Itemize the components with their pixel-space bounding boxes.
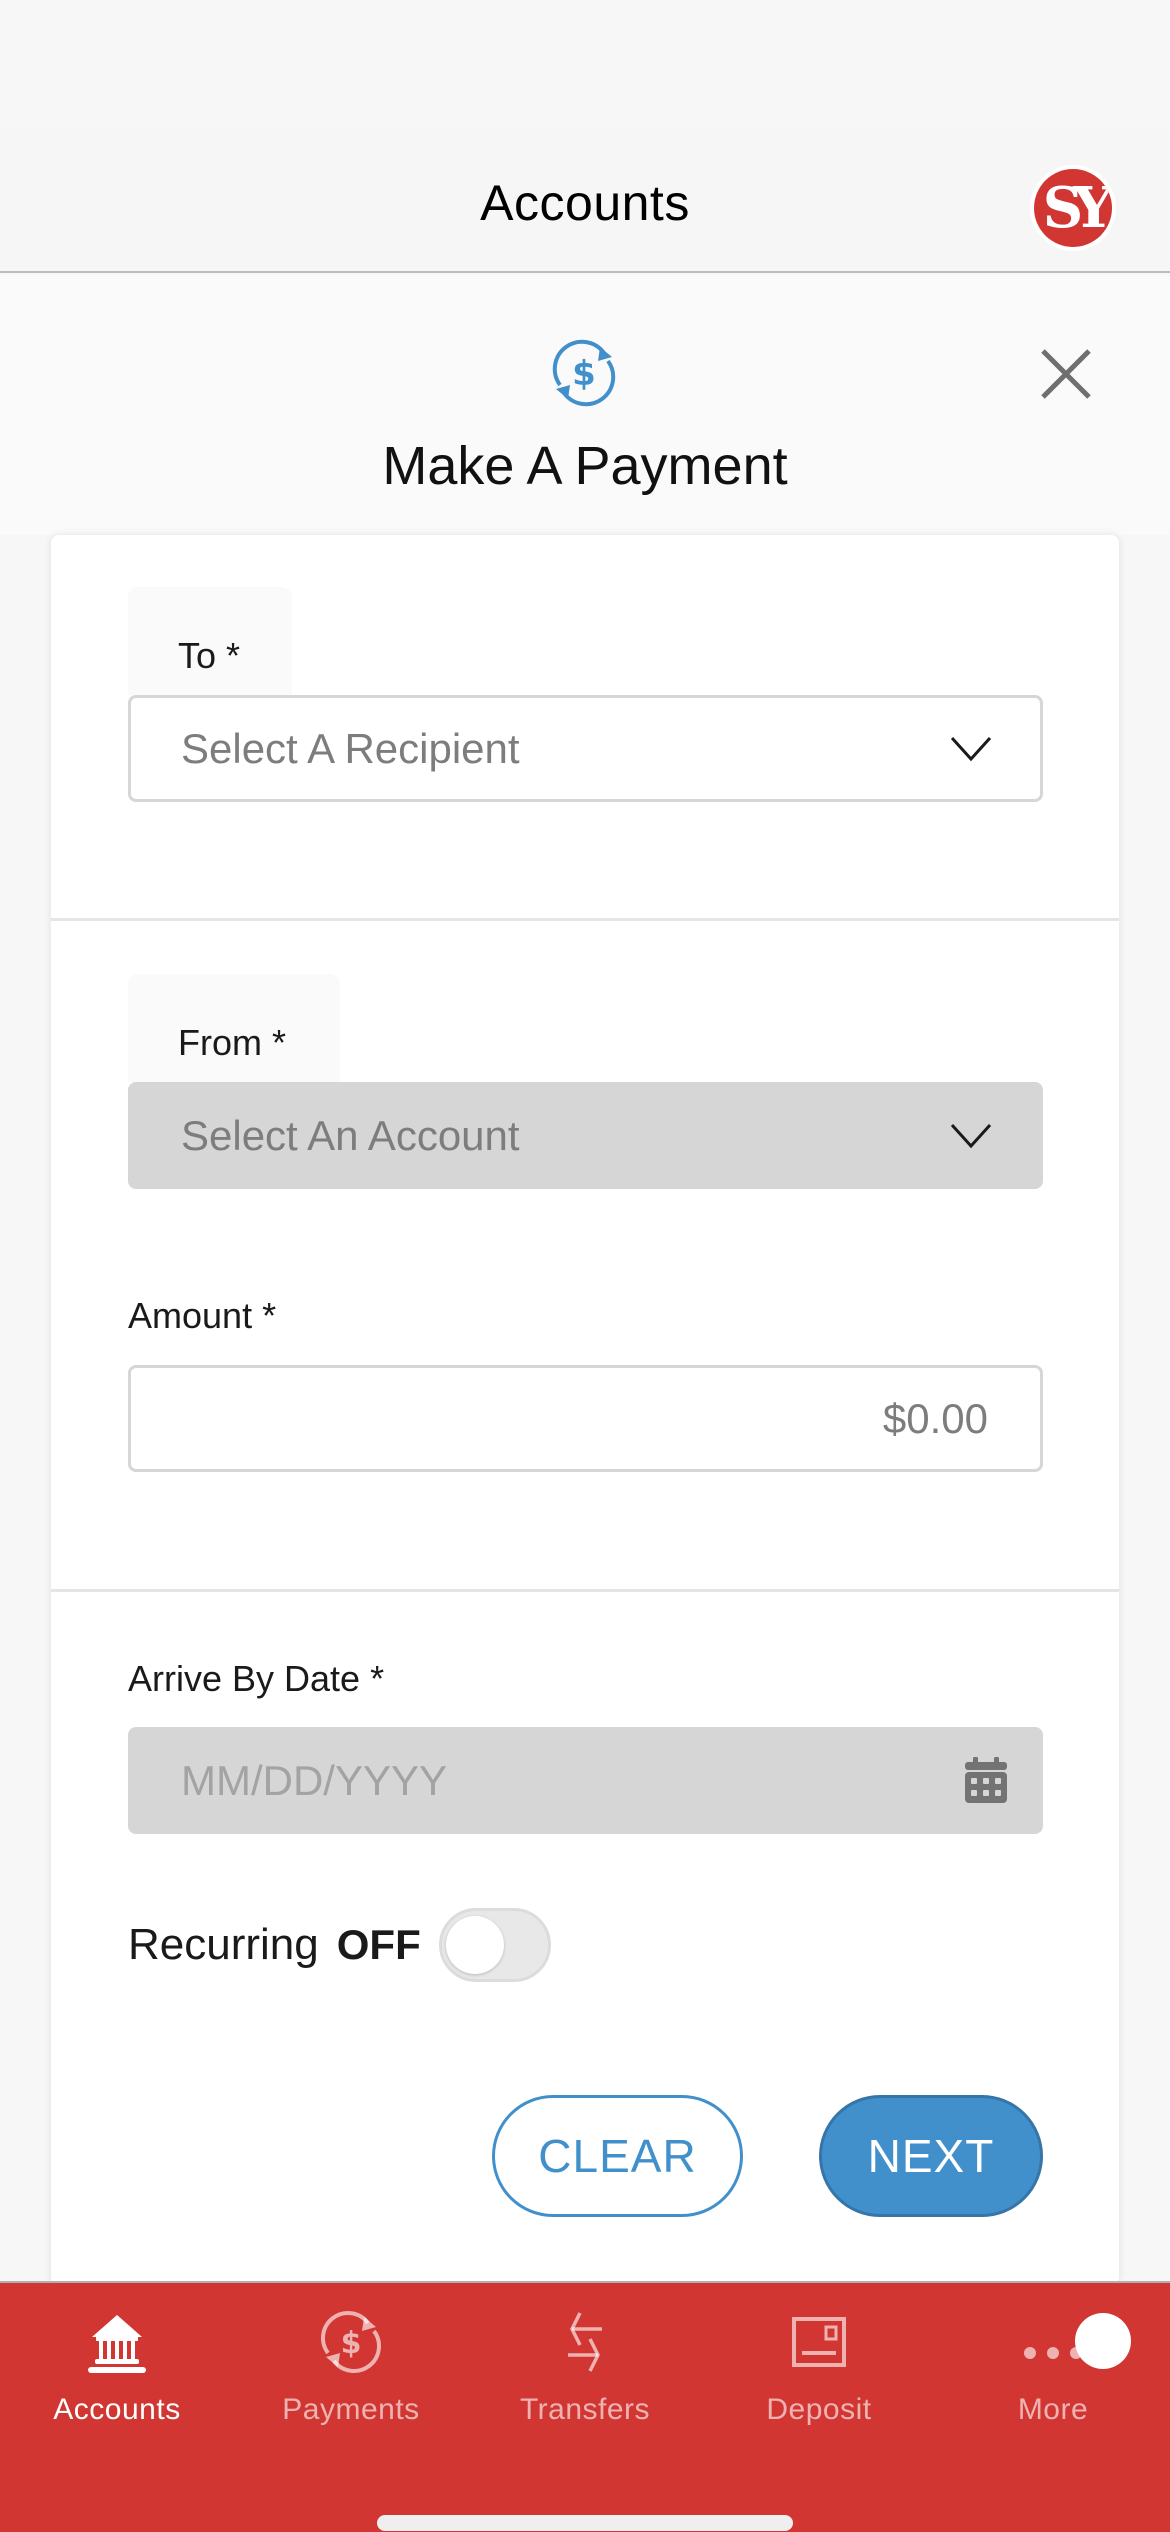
close-icon[interactable]	[1035, 343, 1097, 405]
bank-icon	[88, 2315, 146, 2373]
to-recipient-placeholder: Select A Recipient	[181, 724, 520, 772]
tab-label: More	[1017, 2393, 1089, 2426]
chevron-down-icon	[950, 1123, 992, 1149]
amount-field[interactable]	[128, 1365, 1043, 1472]
from-account-select[interactable]: Select An Account	[128, 1082, 1043, 1189]
section-divider	[51, 1589, 1119, 1592]
section-divider	[51, 918, 1119, 921]
status-bar	[0, 0, 1170, 130]
tab-accounts[interactable]: Accounts	[0, 2283, 234, 2453]
chevron-down-icon	[950, 736, 992, 762]
arrive-by-date-input[interactable]	[128, 1727, 1043, 1834]
recurring-state: OFF	[336, 1921, 421, 1968]
floating-assistive-touch[interactable]	[1075, 2313, 1131, 2369]
clear-button[interactable]: CLEAR	[492, 2095, 743, 2217]
tab-label: Accounts	[53, 2393, 181, 2426]
payment-cycle-icon: $	[321, 2311, 381, 2373]
tab-bar: Accounts $ Payments Transfers Deposit Mo…	[0, 2281, 1170, 2532]
payment-cycle-icon: $	[552, 339, 616, 407]
from-label: From *	[128, 974, 340, 1082]
svg-text:$: $	[572, 354, 596, 394]
tab-label: Deposit	[766, 2393, 872, 2426]
svg-text:$: $	[341, 2326, 362, 2361]
amount-input[interactable]	[131, 1368, 1040, 1469]
to-label: To *	[128, 587, 292, 695]
tab-deposit[interactable]: Deposit	[702, 2283, 936, 2453]
tab-transfers[interactable]: Transfers	[468, 2283, 702, 2453]
arrive-by-date-field[interactable]	[128, 1727, 1043, 1834]
transfer-arrows-icon	[568, 2312, 602, 2372]
modal-header: $ Make A Payment	[0, 275, 1170, 535]
navigation-bar: Accounts SY	[0, 130, 1170, 273]
recurring-row: Recurring OFF	[128, 1905, 551, 1985]
check-deposit-icon	[792, 2317, 846, 2367]
arrive-by-date-label: Arrive By Date *	[128, 1658, 385, 1699]
toggle-knob	[445, 1916, 504, 1974]
amount-label: Amount *	[128, 1295, 277, 1336]
tab-label: Transfers	[519, 2393, 651, 2426]
tab-label: Payments	[282, 2393, 420, 2426]
modal-title: Make A Payment	[382, 436, 788, 496]
tab-more[interactable]: More	[936, 2283, 1170, 2453]
tab-payments[interactable]: $ Payments	[234, 2283, 468, 2453]
page-title: Accounts	[480, 175, 690, 231]
calendar-icon[interactable]	[965, 1757, 1007, 1803]
avatar-initials: SY	[1034, 169, 1112, 247]
home-indicator[interactable]	[377, 2515, 793, 2531]
recurring-label: Recurring	[128, 1920, 319, 1969]
next-button[interactable]: NEXT	[819, 2095, 1043, 2217]
payment-form-card: To * Select A Recipient From * Select An…	[51, 535, 1119, 2285]
recurring-toggle[interactable]	[438, 1908, 551, 1982]
from-account-placeholder: Select An Account	[181, 1111, 520, 1159]
avatar[interactable]: SY	[1030, 165, 1116, 251]
to-recipient-select[interactable]: Select A Recipient	[128, 695, 1043, 802]
